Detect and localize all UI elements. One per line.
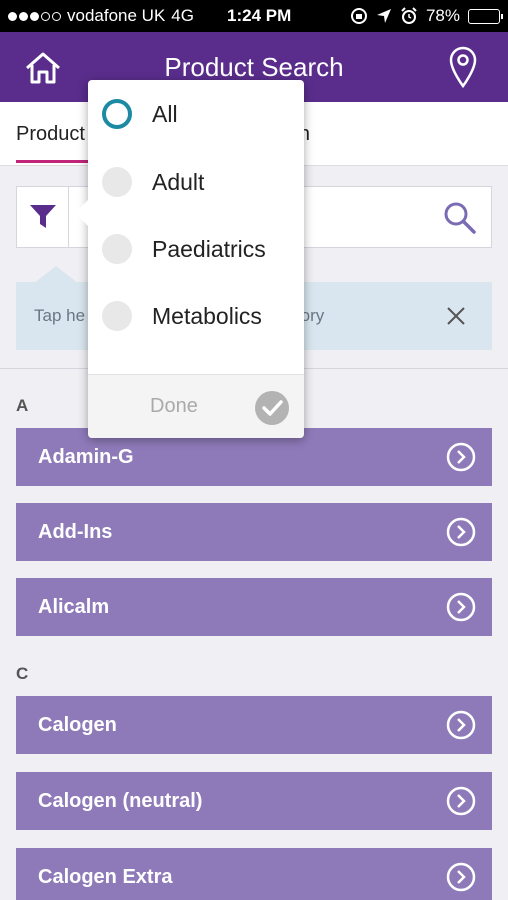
filter-option-label: Adult [152, 168, 205, 195]
list-item-label: Calogen (neutral) [38, 789, 203, 812]
page-title: Product Search [164, 51, 344, 82]
list-item[interactable]: Calogen [16, 696, 492, 754]
list-item[interactable]: Add-Ins [16, 503, 492, 561]
status-right: 78% [350, 6, 503, 26]
location-pin-icon[interactable] [448, 46, 478, 88]
list-item-label: Alicalm [38, 595, 110, 618]
checkmark-icon [255, 391, 289, 425]
done-label: Done [150, 395, 198, 417]
status-left: vodafone UK 4G [8, 6, 194, 26]
tab-selected-indicator [16, 160, 98, 163]
filter-option-all[interactable]: All [88, 84, 304, 144]
radio-unselected[interactable] [102, 167, 132, 197]
filter-option-label: All [152, 100, 178, 127]
filter-button[interactable] [17, 187, 69, 247]
search-icon[interactable] [443, 201, 477, 235]
status-bar: vodafone UK 4G 1:24 PM 78% [0, 0, 508, 32]
popover-pointer [75, 200, 88, 226]
list-item[interactable]: Calogen (neutral) [16, 772, 492, 830]
alarm-icon [401, 7, 417, 24]
carrier-name: vodafone UK [67, 6, 166, 25]
section-header-a: A [16, 396, 29, 415]
filter-popover: All Adult Paediatrics Metabolics Done [75, 80, 304, 438]
hint-text-left: Tap he [34, 306, 86, 325]
filter-option-paediatrics[interactable]: Paediatrics [88, 219, 304, 279]
done-button[interactable]: Done [88, 374, 304, 438]
list-item-label: Adamin-G [38, 445, 134, 468]
radio-unselected[interactable] [102, 234, 132, 264]
filter-option-label: Paediatrics [152, 235, 266, 262]
close-icon[interactable] [446, 306, 466, 326]
battery-icon [468, 8, 503, 24]
list-item[interactable]: Calogen Extra [16, 848, 492, 900]
filter-option-metabolics[interactable]: Metabolics [88, 286, 304, 346]
filter-option-label: Metabolics [152, 302, 262, 329]
tab-label: Product [16, 122, 85, 145]
signal-strength-icon [8, 11, 61, 21]
battery-percent: 78% [425, 6, 460, 25]
clock: 1:24 PM [227, 6, 292, 25]
tab-product[interactable]: Product [16, 102, 85, 166]
chevron-right-icon [446, 786, 476, 816]
chevron-right-icon [446, 517, 476, 547]
chevron-right-icon [446, 592, 476, 622]
list-item-label: Calogen [38, 713, 117, 736]
radio-selected[interactable] [102, 99, 132, 129]
section-header-c: C [16, 664, 29, 683]
filter-icon [29, 205, 56, 228]
list-item[interactable]: Alicalm [16, 578, 492, 636]
chevron-right-icon [446, 862, 476, 892]
chevron-right-icon [446, 442, 476, 472]
radio-unselected[interactable] [102, 301, 132, 331]
orientation-lock-icon [350, 8, 367, 24]
network-type: 4G [171, 6, 194, 25]
list-item-label: Calogen Extra [38, 865, 173, 888]
location-arrow-icon [376, 9, 391, 23]
home-icon[interactable] [24, 50, 62, 86]
chevron-right-icon [446, 710, 476, 740]
hint-pointer [34, 266, 78, 283]
filter-option-adult[interactable]: Adult [88, 152, 304, 212]
list-item-label: Add-Ins [38, 520, 113, 543]
